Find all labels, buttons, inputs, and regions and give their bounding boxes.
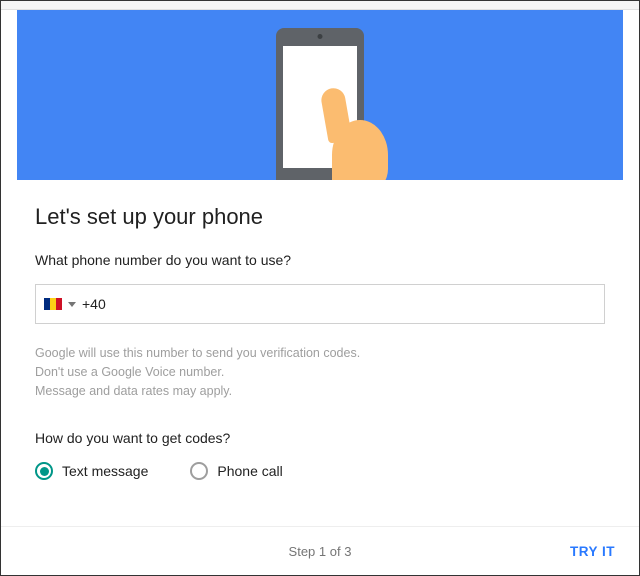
page-title: Let's set up your phone <box>35 204 605 230</box>
hero-banner <box>17 10 623 180</box>
step-indicator: Step 1 of 3 <box>289 544 352 559</box>
hint-line-3: Message and data rates may apply. <box>35 382 605 401</box>
hint-line-1: Google will use this number to send you … <box>35 344 605 363</box>
radio-text-message-label: Text message <box>62 463 148 479</box>
codes-question-label: How do you want to get codes? <box>35 430 605 446</box>
phone-question-label: What phone number do you want to use? <box>35 252 605 268</box>
radio-unselected-icon <box>190 462 208 480</box>
radio-selected-icon <box>35 462 53 480</box>
radio-phone-call-label: Phone call <box>217 463 282 479</box>
radio-phone-call[interactable]: Phone call <box>190 462 282 480</box>
code-delivery-radio-group: Text message Phone call <box>35 462 605 480</box>
phone-number-field[interactable]: +40 <box>35 284 605 324</box>
hint-line-2: Don't use a Google Voice number. <box>35 363 605 382</box>
chevron-down-icon[interactable] <box>68 302 76 307</box>
try-it-button[interactable]: TRY IT <box>570 544 615 559</box>
romania-flag-icon[interactable] <box>44 298 62 310</box>
footer-bar: Step 1 of 3 TRY IT <box>1 526 639 575</box>
dial-code: +40 <box>82 296 106 312</box>
window-top-bar <box>1 1 639 10</box>
phone-screen-illustration <box>283 46 357 168</box>
phone-illustration <box>276 28 364 180</box>
radio-text-message[interactable]: Text message <box>35 462 148 480</box>
phone-number-input[interactable] <box>112 284 596 324</box>
phone-hint-text: Google will use this number to send you … <box>35 344 605 400</box>
